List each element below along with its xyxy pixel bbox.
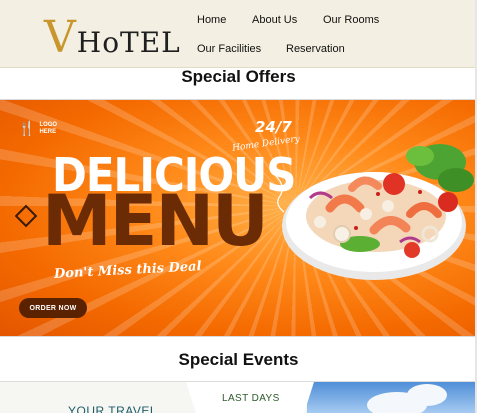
special-offers-title: Special Offers [181,67,296,86]
nav-link-about-us[interactable]: About Us [252,14,297,26]
banner-logo-text: LOGO HERE [39,121,58,135]
banner-subheadline: MENU [42,180,269,262]
nav-link-home[interactable]: Home [197,14,226,26]
nav-link-reservation[interactable]: Reservation [286,43,345,55]
site-header: V HoTEL Home About Us Our Rooms Our Faci… [0,0,477,68]
nav-link-our-rooms[interactable]: Our Rooms [323,14,379,26]
banner-logo: 🍴 LOGO HERE [18,120,65,137]
logo-initial: V [44,12,76,63]
event-headline: YOUR TRAVEL [68,404,158,413]
sky-image [307,382,477,413]
event-badge: LAST DAYS [222,393,280,404]
seafood-salad-plate-image [275,144,474,280]
nav-link-our-facilities[interactable]: Our Facilities [197,43,261,55]
hotel-logo[interactable]: V HoTEL [44,8,181,60]
special-events-title: Special Events [178,350,299,369]
logo-name: HoTEL [76,26,181,59]
fork-knife-icon: 🍴 [18,120,36,136]
order-now-button[interactable]: ORDER NOW [19,298,87,318]
